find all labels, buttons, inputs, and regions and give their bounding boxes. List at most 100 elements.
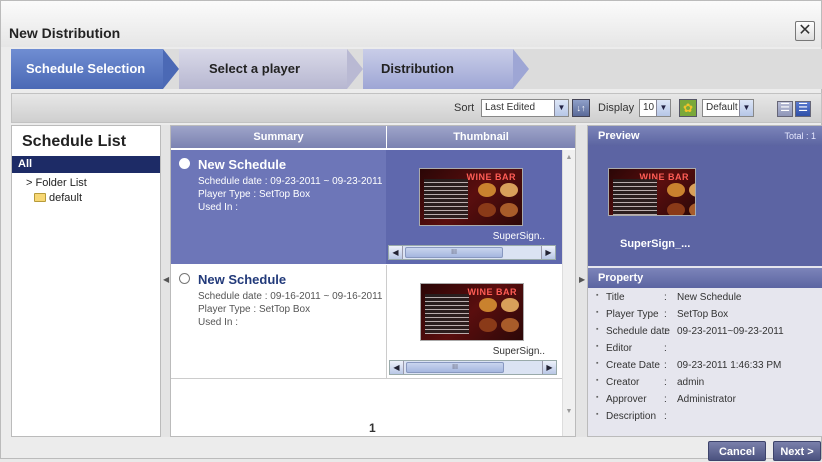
scroll-thumb[interactable]: III [406,362,504,373]
chevron-down-icon: ▼ [739,100,753,116]
next-button[interactable]: Next > [773,441,821,461]
property-label: Description [596,411,656,422]
scroll-left-icon[interactable]: ◀ [390,361,404,374]
table-vertical-scrollbar[interactable]: ▲ ▼ [562,150,575,436]
schedule-list-all[interactable]: All [12,156,160,173]
player-type: Player Type : SetTop Box [198,189,311,200]
folder-item-label: default [49,192,83,204]
thumbnail-cell: WINE BAR SuperSign.. ◀ III ▶ [386,150,575,264]
dialog-title: New Distribution [9,25,121,41]
thumbnail-title: WINE BAR [467,287,517,297]
display-label: Display [598,102,635,114]
schedule-thumbnail[interactable]: WINE BAR [420,283,524,341]
chevron-down-icon: ▼ [656,100,670,116]
used-in: Used In : [198,202,239,213]
scroll-down-icon[interactable]: ▼ [563,406,575,418]
table-row[interactable]: New Schedule Schedule date : 09-23-2011 … [171,150,575,264]
property-row: Editor: [594,343,820,360]
row-radio[interactable] [179,273,190,284]
sort-order-button[interactable]: ↓↑ [572,99,590,117]
property-row: Create Date:09-23-2011 1:46:33 PM [594,360,820,377]
property-row: Description: [594,411,820,428]
right-splitter[interactable]: ▶ [576,125,587,437]
preview-body: WINE BAR SuperSign_... [588,146,822,266]
left-splitter[interactable]: ◀ [161,125,170,437]
preview-property-panel: Preview Total : 1 WINE BAR SuperSign_...… [587,125,822,437]
display-count-select[interactable]: 10 ▼ [639,99,671,117]
display-mode-value: Default [706,102,738,113]
property-label: Editor [596,343,632,354]
scroll-thumb[interactable]: III [405,247,503,258]
page-number[interactable]: 1 [369,421,376,435]
thumbnail-title: WINE BAR [466,172,516,182]
folder-item-default[interactable]: default [34,192,82,204]
step-arrow [513,49,529,89]
close-icon[interactable]: ✕ [795,21,815,41]
collapse-right-icon[interactable]: ▶ [579,275,585,284]
schedule-table: Summary Thumbnail New Schedule Schedule … [170,125,576,437]
display-mode-select[interactable]: Default ▼ [702,99,754,117]
new-distribution-dialog: New Distribution ✕ Schedule Selection Se… [0,0,822,461]
step-arrow [347,49,363,89]
scroll-up-icon[interactable]: ▲ [563,152,575,164]
thumbnail-cell: WINE BAR SuperSign.. ◀ III ▶ [386,265,575,379]
step-distribution[interactable]: Distribution [363,49,513,89]
thumbnail-name: SuperSign.. [492,231,545,242]
schedule-thumbnail[interactable]: WINE BAR [419,168,523,226]
property-list: Title:New Schedule Player Type:SetTop Bo… [594,292,820,428]
schedule-date: Schedule date : 09-16-2011 ~ 09-16-2011 [198,291,383,302]
step-arrow [163,49,179,89]
property-row: Schedule date:09-23-2011~09-23-2011 [594,326,820,343]
property-value: admin [677,377,705,388]
column-thumbnail: Thumbnail [387,126,575,148]
property-row: Creator:admin [594,377,820,394]
property-label: Schedule date [596,326,670,337]
row-radio[interactable] [179,158,190,169]
scroll-right-icon[interactable]: ▶ [541,246,555,259]
table-row[interactable]: New Schedule Schedule date : 09-16-2011 … [171,265,575,379]
used-in: Used In : [198,317,239,328]
property-header: Property [588,268,822,288]
property-row: Title:New Schedule [594,292,820,309]
thumbnail-scrollbar[interactable]: ◀ III ▶ [389,360,557,375]
step-select-player[interactable]: Select a player [179,49,347,89]
thumbnail-name: SuperSign.. [492,346,545,357]
sort-label: Sort [454,102,475,114]
thumbnail-view-icon[interactable]: ✿ [679,99,697,117]
step-schedule-selection[interactable]: Schedule Selection [11,49,163,89]
scroll-thumb-grip: III [452,364,458,371]
property-label: Title [596,292,624,303]
collapse-left-icon[interactable]: ◀ [163,275,169,284]
property-label: Player Type [596,309,659,320]
scroll-left-icon[interactable]: ◀ [389,246,403,259]
player-type: Player Type : SetTop Box [198,304,311,315]
dialog-titlebar: New Distribution ✕ [1,1,821,47]
preview-thumbnail: WINE BAR [608,168,696,216]
scroll-thumb-grip: III [451,249,457,256]
property-value: 09-23-2011~09-23-2011 [677,326,784,337]
preview-title: Preview [598,130,640,142]
folder-list-toggle[interactable]: > Folder List [26,177,87,189]
display-count-value: 10 [643,102,655,113]
schedule-name: New Schedule [198,157,287,172]
property-value: New Schedule [677,292,742,303]
wizard-steps: Schedule Selection Select a player Distr… [11,49,822,89]
schedule-date: Schedule date : 09-23-2011 ~ 09-23-2011 [198,176,383,187]
sort-select[interactable]: Last Edited ▼ [481,99,569,117]
toolbar: Sort Last Edited ▼ ↓↑ Display 10 ▼ ✿ Def… [11,93,822,123]
property-row: Player Type:SetTop Box [594,309,820,326]
preview-header: Preview Total : 1 [588,126,822,146]
property-row: Approver:Administrator [594,394,820,411]
property-value: Administrator [677,394,736,405]
folder-icon [34,193,46,202]
schedule-list-panel: Schedule List All > Folder List default [11,125,161,437]
property-value: SetTop Box [677,309,729,320]
scroll-right-icon[interactable]: ▶ [542,361,556,374]
cancel-button[interactable]: Cancel [708,441,766,461]
thumbnail-scrollbar[interactable]: ◀ III ▶ [388,245,556,260]
detail-view-icon[interactable]: ☰ [795,101,811,117]
property-label: Create Date [596,360,660,371]
preview-total: Total : 1 [784,131,816,141]
list-view-icon[interactable]: ☰ [777,101,793,117]
column-summary: Summary [171,126,386,148]
